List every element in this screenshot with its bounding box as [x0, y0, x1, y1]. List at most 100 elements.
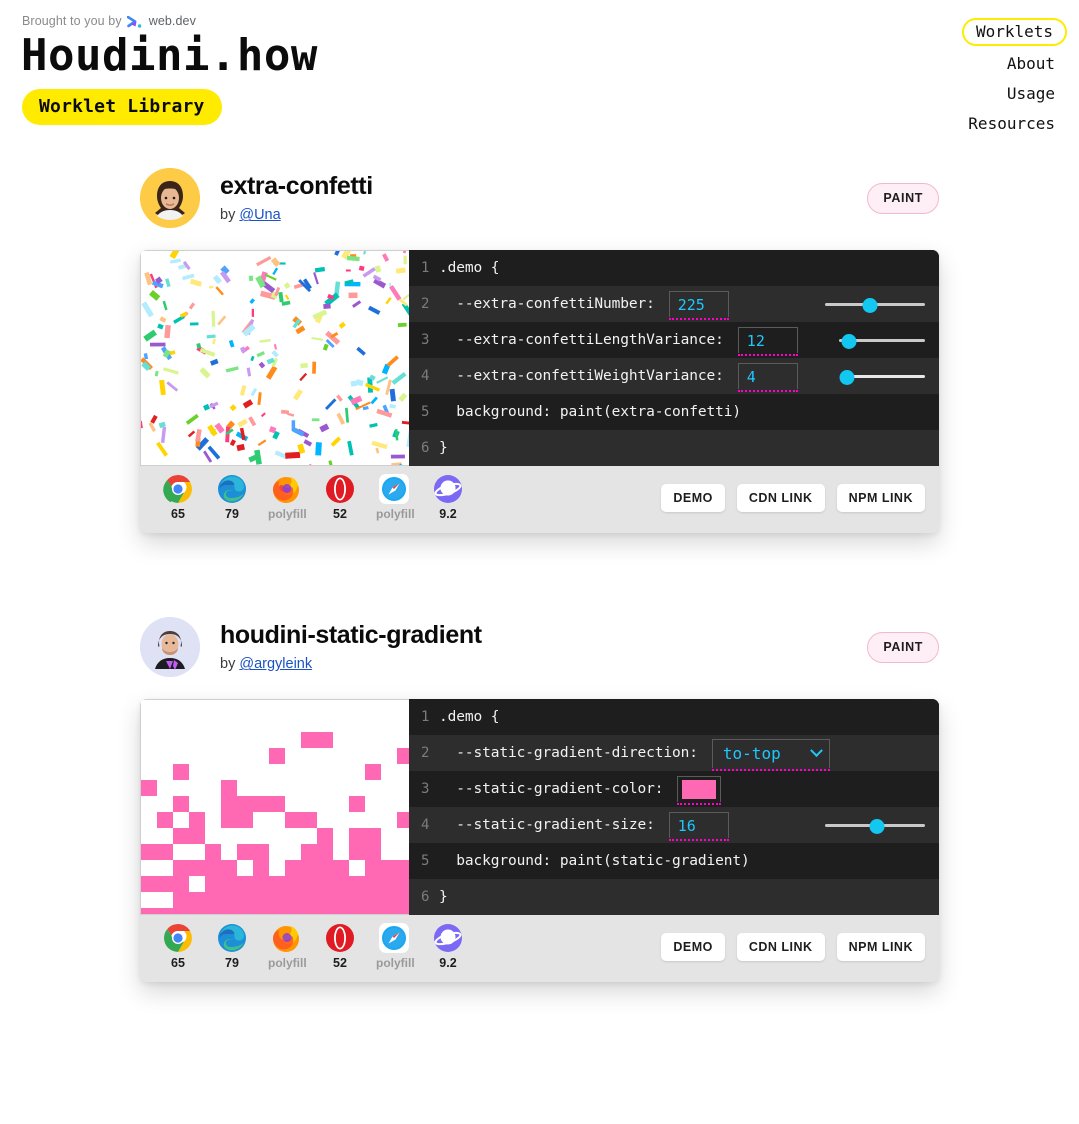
slider-thumb[interactable]: [862, 297, 878, 313]
worklet-demo-card: 1 .demo { 2 --static-gradient-direction:…: [140, 699, 939, 982]
code-line-2: 2 --static-gradient-direction: to-top: [409, 735, 939, 771]
author-link[interactable]: @Una: [239, 207, 280, 223]
weight-variance-slider[interactable]: [839, 365, 925, 387]
worklet-type-badge: PAINT: [867, 182, 939, 214]
avatar: [140, 617, 200, 677]
code-line-5: 5 background: paint(extra-confetti): [409, 394, 939, 430]
code-text: --extra-confettiNumber:: [439, 296, 655, 312]
demo-button[interactable]: DEMO: [661, 483, 725, 512]
nav-item-worklets[interactable]: Worklets: [961, 18, 1067, 46]
author-link[interactable]: @argyleink: [239, 656, 312, 672]
nav-item-about[interactable]: About: [1003, 52, 1059, 76]
worklet-title: houdini-static-gradient: [220, 620, 482, 649]
code-text: --static-gradient-size:: [439, 817, 655, 833]
slider-thumb[interactable]: [869, 818, 885, 834]
browser-version: 9.2: [439, 956, 457, 970]
chevron-down-icon: [810, 744, 823, 758]
worklet-author-line: by @Una: [220, 207, 867, 223]
browser-version: 52: [333, 956, 347, 970]
gradient-size-value[interactable]: 16: [668, 812, 729, 841]
card-footer: 65 79 polyfill 52 polyfill 9.2 DEMO CDN …: [140, 466, 939, 533]
browser-version: 79: [225, 956, 239, 970]
code-text: --extra-confettiLengthVariance:: [439, 332, 724, 348]
control-slot: [825, 293, 939, 315]
nav-item-resources[interactable]: Resources: [964, 112, 1059, 136]
browser-version: polyfill: [376, 507, 415, 521]
cdn-link-button[interactable]: CDN LINK: [736, 932, 825, 961]
gradient-direction-select[interactable]: to-top: [711, 738, 830, 771]
by-label: by: [220, 656, 236, 673]
browser-version: polyfill: [268, 507, 307, 521]
gradient-size-slider[interactable]: [825, 814, 925, 836]
code-line-5: 5 background: paint(static-gradient): [409, 843, 939, 879]
browser-version: polyfill: [268, 956, 307, 970]
confetti-number-value[interactable]: 225: [668, 291, 729, 320]
chrome-icon: [163, 474, 193, 504]
browser-support-edge: 79: [214, 923, 250, 970]
browser-support-firefox: polyfill: [268, 923, 307, 970]
browser-support-opera: 52: [322, 474, 358, 521]
code-text: .demo {: [439, 709, 500, 725]
worklet-demo-card: 1 .demo { 2 --extra-confettiNumber: 225: [140, 250, 939, 533]
code-line-6: 6 }: [409, 430, 939, 466]
npm-link-button[interactable]: NPM LINK: [836, 483, 925, 512]
gradient-direction-value: to-top: [722, 744, 781, 763]
gradient-color-picker[interactable]: [677, 776, 722, 805]
by-label: by: [220, 207, 236, 224]
page-root: Brought to you by web.dev Houdini.how Wo…: [0, 0, 1079, 1124]
cdn-link-button[interactable]: CDN LINK: [736, 483, 825, 512]
code-text: --static-gradient-color:: [439, 781, 664, 797]
code-line-6: 6 }: [409, 879, 939, 915]
card-actions: DEMO CDN LINK NPM LINK: [661, 483, 925, 512]
code-line-1: 1 .demo {: [409, 699, 939, 735]
worklet-card-houdini-static-gradient: houdini-static-gradient by @argyleink PA…: [0, 609, 1079, 982]
preview-confetti: [140, 250, 409, 466]
length-variance-value[interactable]: 12: [737, 327, 798, 356]
browser-support-chrome: 65: [160, 474, 196, 521]
opera-icon: [325, 923, 355, 953]
worklet-meta: houdini-static-gradient by @argyleink: [220, 620, 867, 672]
browser-version: 52: [333, 507, 347, 521]
browser-support-opera: 52: [322, 923, 358, 970]
control-slot: [825, 814, 939, 836]
slider-thumb[interactable]: [839, 369, 855, 385]
browser-version: 9.2: [439, 507, 457, 521]
npm-link-button[interactable]: NPM LINK: [836, 932, 925, 961]
edge-icon: [217, 474, 247, 504]
nav-item-usage[interactable]: Usage: [1003, 82, 1059, 106]
worklet-header: houdini-static-gradient by @argyleink PA…: [0, 609, 1079, 685]
browser-support-samsung-internet: 9.2: [430, 474, 466, 521]
line-number: 1: [421, 709, 430, 725]
line-number: 4: [421, 368, 430, 384]
browser-support-edge: 79: [214, 474, 250, 521]
code-editor: 1 .demo { 2 --extra-confettiNumber: 225: [409, 250, 939, 466]
firefox-icon: [271, 923, 301, 953]
demo-button[interactable]: DEMO: [661, 932, 725, 961]
line-number: 3: [421, 332, 430, 348]
length-variance-slider[interactable]: [839, 329, 925, 351]
browser-support-samsung-internet: 9.2: [430, 923, 466, 970]
browser-support-list: 65 79 polyfill 52 polyfill 9.2: [160, 923, 466, 970]
samsung-internet-icon: [433, 923, 463, 953]
opera-icon: [325, 474, 355, 504]
browser-support-safari: polyfill: [376, 474, 415, 521]
worklet-author-line: by @argyleink: [220, 656, 867, 672]
tagline-badge: Worklet Library: [22, 88, 222, 125]
webdev-logo-icon: [126, 15, 144, 29]
line-number: 6: [421, 440, 430, 456]
control-slot: [839, 365, 939, 387]
line-number: 2: [421, 296, 430, 312]
browser-version: 65: [171, 956, 185, 970]
slider-thumb[interactable]: [841, 333, 857, 349]
code-text: --static-gradient-direction:: [439, 745, 698, 761]
brand-block: Brought to you by web.dev Houdini.how Wo…: [21, 14, 318, 125]
browser-version: 79: [225, 507, 239, 521]
card-actions: DEMO CDN LINK NPM LINK: [661, 932, 925, 961]
line-number: 5: [421, 404, 430, 420]
card-body: 1 .demo { 2 --extra-confettiNumber: 225: [140, 250, 939, 466]
brought-to-you-by: Brought to you by web.dev: [22, 14, 318, 28]
browser-support-safari: polyfill: [376, 923, 415, 970]
confetti-number-slider[interactable]: [825, 293, 925, 315]
weight-variance-value[interactable]: 4: [737, 363, 798, 392]
worklet-list: extra-confetti by @Una PAINT 1 .demo {2…: [0, 160, 1079, 1058]
